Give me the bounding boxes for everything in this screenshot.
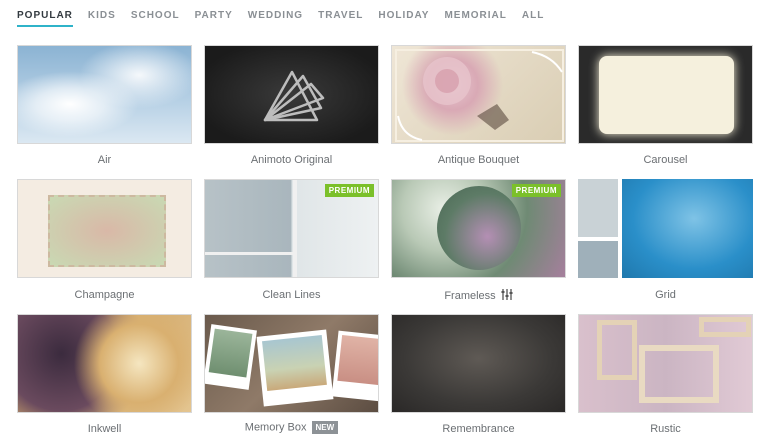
grid-tile	[578, 241, 618, 278]
premium-badge: PREMIUM	[511, 184, 561, 197]
theme-name: Memory Box	[244, 421, 307, 434]
tab-school[interactable]: SCHOOL	[131, 0, 180, 25]
adjust-sliders-icon[interactable]	[501, 289, 513, 303]
theme-name: Remembrance	[442, 423, 515, 435]
theme-thumbnail[interactable]	[204, 314, 379, 413]
theme-thumbnail[interactable]	[391, 45, 566, 144]
divider	[205, 252, 293, 255]
theme-name: Antique Bouquet	[437, 154, 520, 166]
divider	[293, 180, 297, 277]
carousel-frame	[599, 56, 734, 134]
theme-name: Carousel	[643, 154, 688, 166]
photo-print	[205, 324, 257, 390]
photo-print	[331, 330, 378, 402]
category-tabs: POPULAR KIDS SCHOOL PARTY WEDDING TRAVEL…	[17, 0, 559, 30]
photo-print	[256, 329, 334, 407]
theme-name: Champagne	[74, 289, 135, 301]
theme-thumbnail[interactable]: PREMIUM	[391, 179, 566, 278]
theme-thumbnail[interactable]	[391, 314, 566, 413]
grid-tile	[578, 179, 618, 237]
theme-thumbnail[interactable]	[578, 314, 753, 413]
tab-kids[interactable]: KIDS	[88, 0, 116, 25]
tab-wedding[interactable]: WEDDING	[248, 0, 303, 25]
grid-tile	[622, 179, 753, 278]
tab-party[interactable]: PARTY	[195, 0, 233, 25]
tab-travel[interactable]: TRAVEL	[318, 0, 363, 25]
theme-name: Animoto Original	[250, 154, 333, 166]
theme-name: Rustic	[650, 423, 681, 435]
tab-holiday[interactable]: HOLIDAY	[378, 0, 429, 25]
tab-memorial[interactable]: MEMORIAL	[444, 0, 506, 25]
theme-thumbnail[interactable]	[204, 45, 379, 144]
theme-thumbnail[interactable]: PREMIUM	[204, 179, 379, 278]
theme-thumbnail[interactable]	[578, 179, 753, 278]
picture-frame	[639, 345, 719, 403]
theme-name: Inkwell	[87, 423, 122, 435]
new-badge: NEW	[311, 421, 339, 434]
ornament-corner-icon	[395, 49, 564, 142]
picture-frame	[597, 320, 637, 380]
tab-popular[interactable]: POPULAR	[17, 0, 73, 27]
premium-badge: PREMIUM	[324, 184, 374, 197]
theme-name: Grid	[655, 289, 676, 301]
animoto-logo-icon	[263, 70, 325, 122]
theme-name: Clean Lines	[262, 289, 321, 301]
theme-name: Frameless	[444, 289, 496, 302]
theme-thumbnail[interactable]	[17, 179, 192, 278]
theme-name: Air	[97, 154, 112, 166]
champagne-frame	[48, 195, 166, 267]
theme-thumbnail[interactable]	[578, 45, 753, 144]
theme-thumbnail[interactable]	[17, 45, 192, 144]
tab-all[interactable]: ALL	[522, 0, 544, 25]
theme-thumbnail[interactable]	[17, 314, 192, 413]
theme-name-row: Frameless	[391, 289, 566, 303]
frameless-circle	[437, 186, 521, 270]
picture-frame	[699, 317, 751, 337]
theme-name-row: Memory Box NEW	[204, 421, 379, 434]
